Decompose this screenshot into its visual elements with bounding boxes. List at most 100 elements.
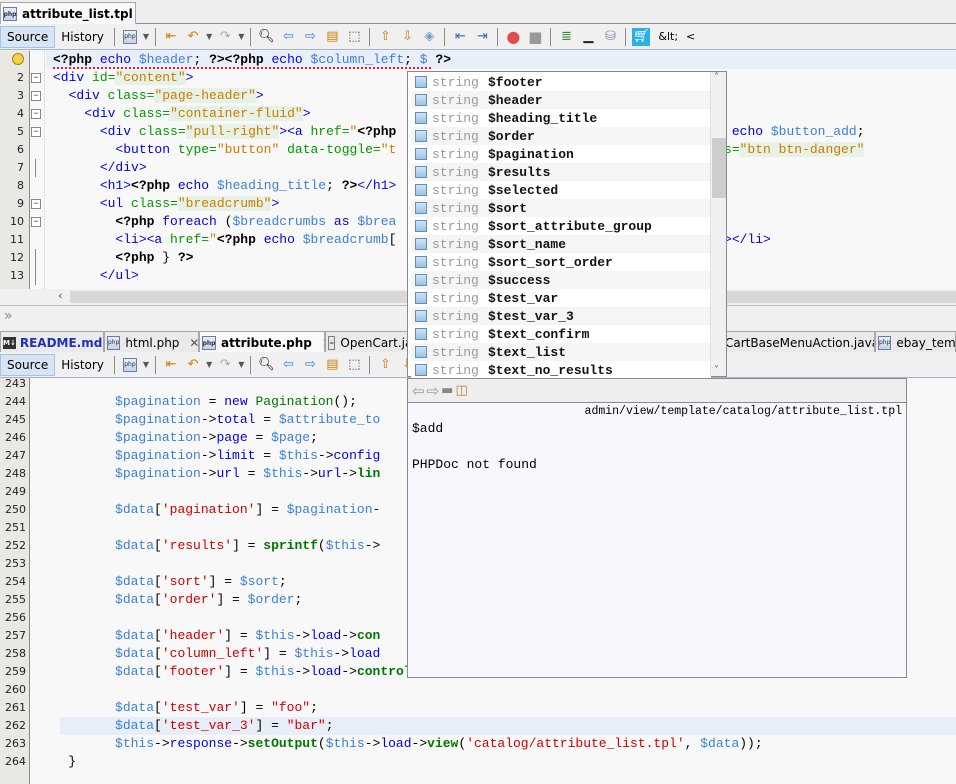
fold-toggle-icon[interactable]: −: [31, 91, 41, 101]
tab-opencart-java[interactable]: ☕︎ OpenCart.jav: [325, 331, 415, 353]
database-icon[interactable]: ⛁: [601, 28, 619, 46]
chevron-down-icon[interactable]: ▼: [206, 360, 212, 369]
variable-icon: [415, 166, 427, 178]
completion-item[interactable]: string $text_confirm: [411, 325, 711, 343]
completion-item[interactable]: string $sort: [411, 199, 711, 217]
chevron-down-icon[interactable]: ▼: [143, 360, 149, 369]
forward-icon[interactable]: ⇨: [427, 382, 440, 400]
line-number: 247: [5, 449, 26, 462]
back-icon[interactable]: ↶: [184, 28, 202, 46]
expand-icon[interactable]: »: [4, 308, 13, 324]
tab-html-php[interactable]: php html.php ✕: [104, 331, 199, 353]
code-line[interactable]: 262 $data['test_var_3'] = "bar";: [0, 717, 956, 735]
completion-type: string: [432, 308, 479, 324]
code-text: $data['pagination'] = $pagination-: [115, 502, 381, 517]
completion-item[interactable]: string $test_var_3: [411, 307, 711, 325]
code-line[interactable]: 261 $data['test_var'] = "foo";: [0, 699, 956, 717]
completion-item[interactable]: string $results: [411, 163, 711, 181]
shift-right-icon[interactable]: ⇥: [473, 28, 491, 46]
code-text: $pagination = new Pagination();: [115, 394, 357, 409]
toggle-highlight-icon[interactable]: ▤: [323, 356, 341, 374]
php-file-icon[interactable]: php: [121, 356, 139, 374]
code-line[interactable]: 260: [0, 681, 956, 699]
goto-source-icon[interactable]: ▬: [441, 383, 453, 398]
tab-attribute-php[interactable]: php attribute.php ✕: [199, 331, 325, 354]
find-next-icon[interactable]: ⇨: [301, 356, 319, 374]
rectangular-selection-icon[interactable]: ⬚: [345, 356, 363, 374]
toggle-highlight-icon[interactable]: ▤: [323, 28, 341, 46]
chevron-down-icon[interactable]: ▼: [206, 32, 212, 41]
cart-icon[interactable]: 🛒︎: [632, 27, 651, 46]
history-button[interactable]: History: [55, 354, 110, 376]
tab-readme-md[interactable]: M↓ README.md ✕: [0, 331, 104, 353]
code-text: $data['test_var'] = "foo";: [115, 700, 318, 715]
forward-icon[interactable]: ↷: [216, 28, 234, 46]
completion-item[interactable]: string $test_var: [411, 289, 711, 307]
completion-item[interactable]: string $text_no_results: [411, 361, 711, 379]
comment-icon[interactable]: ≣: [557, 28, 575, 46]
fold-toggle-icon[interactable]: −: [31, 199, 41, 209]
scroll-up-icon[interactable]: ˄: [714, 72, 719, 83]
previous-bookmark-icon[interactable]: ⇧: [376, 28, 394, 46]
line-number: 6: [17, 143, 24, 156]
completion-scrollbar[interactable]: ˄ ˅: [710, 72, 726, 376]
find-icon[interactable]: 🔍︎: [257, 28, 275, 46]
completion-item[interactable]: string $text_list: [411, 343, 711, 361]
indent-guide: [44, 51, 45, 289]
scroll-thumb[interactable]: [712, 138, 726, 198]
fold-toggle-icon[interactable]: −: [31, 109, 41, 119]
chevron-down-icon[interactable]: ▼: [238, 32, 244, 41]
completion-item[interactable]: string $sort_name: [411, 235, 711, 253]
completion-type: string: [432, 254, 479, 270]
completion-item[interactable]: string $pagination: [411, 145, 711, 163]
completion-item[interactable]: string $selected: [411, 181, 711, 199]
next-bookmark-icon[interactable]: ⇩: [398, 28, 416, 46]
php-file-icon[interactable]: php: [121, 28, 139, 46]
open-in-browser-icon[interactable]: ◫: [455, 383, 467, 398]
previous-bookmark-icon[interactable]: ⇧: [376, 356, 394, 374]
code-line[interactable]: 264 }: [0, 753, 956, 771]
completion-item[interactable]: string $header: [411, 91, 711, 109]
scroll-down-icon[interactable]: ˅: [714, 365, 719, 376]
find-previous-icon[interactable]: ⇦: [279, 356, 297, 374]
history-button[interactable]: History: [55, 26, 110, 48]
completion-item[interactable]: string $sort_sort_order: [411, 253, 711, 271]
completion-item[interactable]: string $success: [411, 271, 711, 289]
tab-cartbasemenuaction-java[interactable]: CartBaseMenuAction.java ✕: [720, 331, 875, 353]
lt-button[interactable]: <: [684, 26, 697, 48]
forward-icon[interactable]: ↷: [216, 356, 234, 374]
stop-macro-icon[interactable]: ■: [526, 28, 544, 46]
toggle-bookmark-icon[interactable]: ◈: [420, 28, 438, 46]
completion-item[interactable]: string $order: [411, 127, 711, 145]
chevron-down-icon[interactable]: ▼: [238, 360, 244, 369]
code-text: $data['header'] = $this->load->con: [115, 628, 381, 643]
php-file-icon: php: [202, 336, 216, 350]
source-button[interactable]: Source: [0, 353, 56, 376]
completion-item[interactable]: string $footer: [411, 73, 711, 91]
back-icon[interactable]: ⇦: [412, 382, 425, 400]
last-edit-icon[interactable]: ⇤: [162, 28, 180, 46]
find-next-icon[interactable]: ⇨: [301, 28, 319, 46]
fold-toggle-icon[interactable]: −: [31, 127, 41, 137]
tab-attribute-list-tpl[interactable]: php attribute_list.tpl ✕: [0, 2, 136, 25]
code-line[interactable]: 263 $this->response->setOutput($this->lo…: [0, 735, 956, 753]
record-macro-icon[interactable]: ●: [504, 27, 522, 46]
html-entity-button[interactable]: &lt;: [652, 26, 684, 48]
rectangular-selection-icon[interactable]: ⬚: [345, 28, 363, 46]
find-previous-icon[interactable]: ⇦: [279, 28, 297, 46]
close-icon[interactable]: ✕: [189, 336, 198, 350]
completion-item[interactable]: string $sort_attribute_group: [411, 217, 711, 235]
find-icon[interactable]: 🔍︎: [257, 356, 275, 374]
uncomment-icon[interactable]: ▁: [579, 28, 597, 46]
back-icon[interactable]: ↶: [184, 356, 202, 374]
line-number: 258: [5, 647, 26, 660]
scroll-left-icon[interactable]: ‹: [58, 289, 62, 302]
chevron-down-icon[interactable]: ▼: [143, 32, 149, 41]
shift-left-icon[interactable]: ⇤: [451, 28, 469, 46]
last-edit-icon[interactable]: ⇤: [162, 356, 180, 374]
tab-ebay-template[interactable]: php ebay_templa: [875, 331, 956, 353]
fold-toggle-icon[interactable]: −: [31, 217, 41, 227]
fold-toggle-icon[interactable]: −: [31, 73, 41, 83]
completion-item[interactable]: string $heading_title: [411, 109, 711, 127]
source-button[interactable]: Source: [0, 25, 56, 48]
